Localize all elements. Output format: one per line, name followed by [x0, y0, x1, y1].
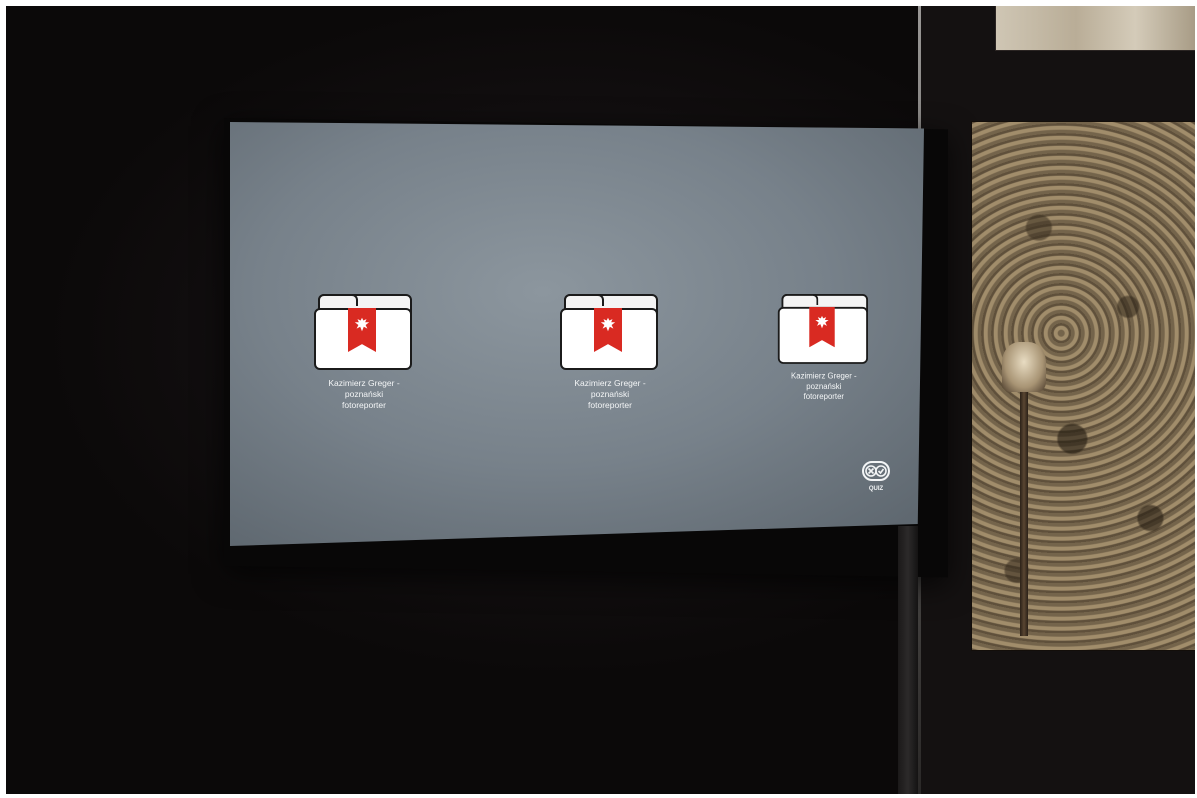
photo-lamp-post [1020, 366, 1028, 636]
folder-eagle-icon [777, 294, 870, 368]
folder-eagle-icon [314, 294, 414, 374]
folder-item-1[interactable]: Kazimierz Greger - poznański fotoreporte… [312, 294, 416, 411]
touch-screen: Kazimierz Greger - poznański fotoreporte… [230, 122, 924, 546]
folder-item-3[interactable]: Kazimierz Greger - poznański fotoreporte… [776, 294, 872, 402]
quiz-label: QUIZ [868, 486, 884, 492]
folder-item-2[interactable]: Kazimierz Greger - poznański fotoreporte… [558, 294, 662, 411]
photo-print-top [996, 6, 1195, 50]
eagle-icon [815, 315, 829, 329]
folder-label: Kazimierz Greger - poznański fotoreporte… [328, 378, 400, 410]
eagle-icon [354, 317, 370, 332]
monitor-stand [898, 526, 918, 794]
quiz-icon [862, 461, 890, 481]
folder-label: Kazimierz Greger - poznański fotoreporte… [574, 378, 646, 410]
photo-lamp-head [1002, 342, 1046, 392]
folder-label: Kazimierz Greger - poznański fotoreporte… [791, 371, 857, 401]
eagle-icon [600, 317, 616, 332]
folder-eagle-icon [560, 294, 660, 374]
quiz-button[interactable]: QUIZ [860, 460, 892, 500]
